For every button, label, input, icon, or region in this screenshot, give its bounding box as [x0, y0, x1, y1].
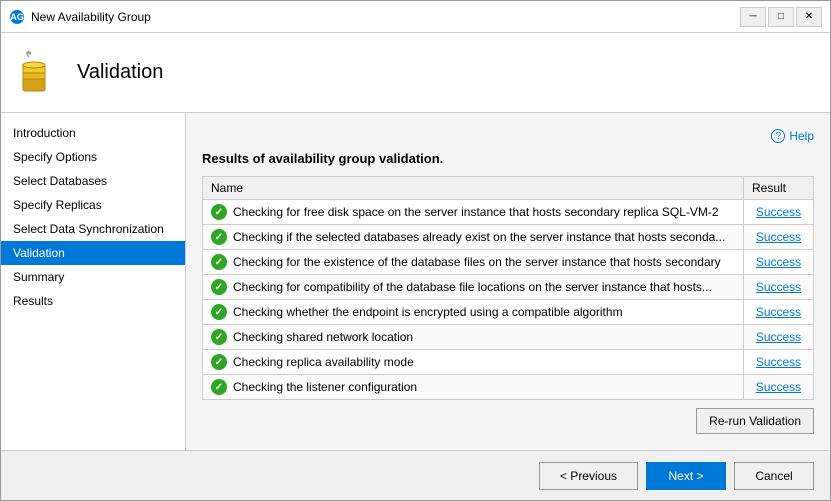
check-icon: ✓	[211, 254, 227, 270]
row-result-cell[interactable]: Success	[744, 375, 814, 400]
app-icon: AG	[9, 9, 25, 25]
row-name-text: Checking the listener configuration	[233, 380, 417, 394]
page-header: Validation	[1, 33, 830, 113]
check-icon: ✓	[211, 204, 227, 220]
results-description: Results of availability group validation…	[202, 151, 814, 166]
success-link[interactable]: Success	[756, 380, 801, 394]
row-name-text: Checking replica availability mode	[233, 355, 414, 369]
sidebar-item-summary[interactable]: Summary	[1, 265, 185, 289]
cancel-btn[interactable]: Cancel	[734, 462, 814, 490]
previous-btn[interactable]: < Previous	[539, 462, 638, 490]
title-bar: AG New Availability Group ─ □ ✕	[1, 1, 830, 33]
check-icon: ✓	[211, 329, 227, 345]
success-link[interactable]: Success	[756, 205, 801, 219]
check-icon: ✓	[211, 229, 227, 245]
row-name-text: Checking shared network location	[233, 330, 413, 344]
row-result-cell[interactable]: Success	[744, 325, 814, 350]
next-btn[interactable]: Next >	[646, 462, 726, 490]
main-window: AG New Availability Group ─ □ ✕ Validati…	[0, 0, 831, 501]
window-title: New Availability Group	[31, 10, 740, 24]
row-name-cell: ✓ Checking the listener configuration	[203, 375, 744, 400]
maximize-btn[interactable]: □	[768, 7, 794, 27]
sidebar-item-select-databases[interactable]: Select Databases	[1, 169, 185, 193]
success-link[interactable]: Success	[756, 330, 801, 344]
close-btn[interactable]: ✕	[796, 7, 822, 27]
row-name-cell: ✓ Checking for free disk space on the ser…	[203, 200, 744, 225]
main-content: ? Help Results of availability group val…	[186, 113, 830, 450]
row-name-cell: ✓ Checking whether the endpoint is encryp…	[203, 300, 744, 325]
content-area: Introduction Specify Options Select Data…	[1, 113, 830, 450]
row-name-cell: ✓ Checking for the existence of the datab…	[203, 250, 744, 275]
table-row: ✓ Checking shared network location Success	[203, 325, 814, 350]
help-link[interactable]: ? Help	[771, 129, 814, 143]
check-icon: ✓	[211, 379, 227, 395]
success-link[interactable]: Success	[756, 255, 801, 269]
col-result: Result	[744, 177, 814, 200]
row-name-text: Checking for the existence of the databa…	[233, 255, 721, 269]
validation-table: Name Result ✓ Checking for free disk spac…	[202, 176, 814, 400]
table-row: ✓ Checking for compatibility of the datab…	[203, 275, 814, 300]
help-icon: ?	[771, 129, 785, 143]
svg-text:AG: AG	[10, 12, 24, 22]
sidebar-item-specify-replicas[interactable]: Specify Replicas	[1, 193, 185, 217]
sidebar-item-introduction[interactable]: Introduction	[1, 121, 185, 145]
row-result-cell[interactable]: Success	[744, 250, 814, 275]
minimize-btn[interactable]: ─	[740, 7, 766, 27]
row-name-cell: ✓ Checking for compatibility of the datab…	[203, 275, 744, 300]
check-icon: ✓	[211, 304, 227, 320]
window-controls: ─ □ ✕	[740, 7, 822, 27]
page-title: Validation	[77, 61, 163, 84]
row-name-text: Checking for compatibility of the databa…	[233, 280, 712, 294]
success-link[interactable]: Success	[756, 305, 801, 319]
table-row: ✓ Checking replica availability mode Succe…	[203, 350, 814, 375]
table-row: ✓ Checking for free disk space on the ser…	[203, 200, 814, 225]
check-icon: ✓	[211, 354, 227, 370]
row-name-cell: ✓ Checking shared network location	[203, 325, 744, 350]
sidebar-item-results[interactable]: Results	[1, 289, 185, 313]
sidebar-item-specify-options[interactable]: Specify Options	[1, 145, 185, 169]
row-result-cell[interactable]: Success	[744, 350, 814, 375]
success-link[interactable]: Success	[756, 355, 801, 369]
sidebar-item-validation[interactable]: Validation	[1, 241, 185, 265]
rerun-area: Re-run Validation	[202, 400, 814, 442]
row-result-cell[interactable]: Success	[744, 225, 814, 250]
sidebar: Introduction Specify Options Select Data…	[1, 113, 186, 450]
col-name: Name	[203, 177, 744, 200]
row-name-text: Checking if the selected databases alrea…	[233, 230, 725, 244]
row-name-cell: ✓ Checking if the selected databases alre…	[203, 225, 744, 250]
row-result-cell[interactable]: Success	[744, 200, 814, 225]
row-name-cell: ✓ Checking replica availability mode	[203, 350, 744, 375]
table-row: ✓ Checking if the selected databases alre…	[203, 225, 814, 250]
footer: < Previous Next > Cancel	[1, 450, 830, 500]
success-link[interactable]: Success	[756, 280, 801, 294]
row-name-text: Checking for free disk space on the serv…	[233, 205, 719, 219]
validation-icon	[17, 49, 65, 97]
success-link[interactable]: Success	[756, 230, 801, 244]
table-row: ✓ Checking whether the endpoint is encryp…	[203, 300, 814, 325]
rerun-btn[interactable]: Re-run Validation	[696, 408, 814, 434]
row-name-text: Checking whether the endpoint is encrypt…	[233, 305, 623, 319]
help-label: Help	[789, 129, 814, 143]
sidebar-item-select-data-sync[interactable]: Select Data Synchronization	[1, 217, 185, 241]
row-result-cell[interactable]: Success	[744, 275, 814, 300]
check-icon: ✓	[211, 279, 227, 295]
table-row: ✓ Checking for the existence of the datab…	[203, 250, 814, 275]
table-row: ✓ Checking the listener configuration Succ…	[203, 375, 814, 400]
row-result-cell[interactable]: Success	[744, 300, 814, 325]
